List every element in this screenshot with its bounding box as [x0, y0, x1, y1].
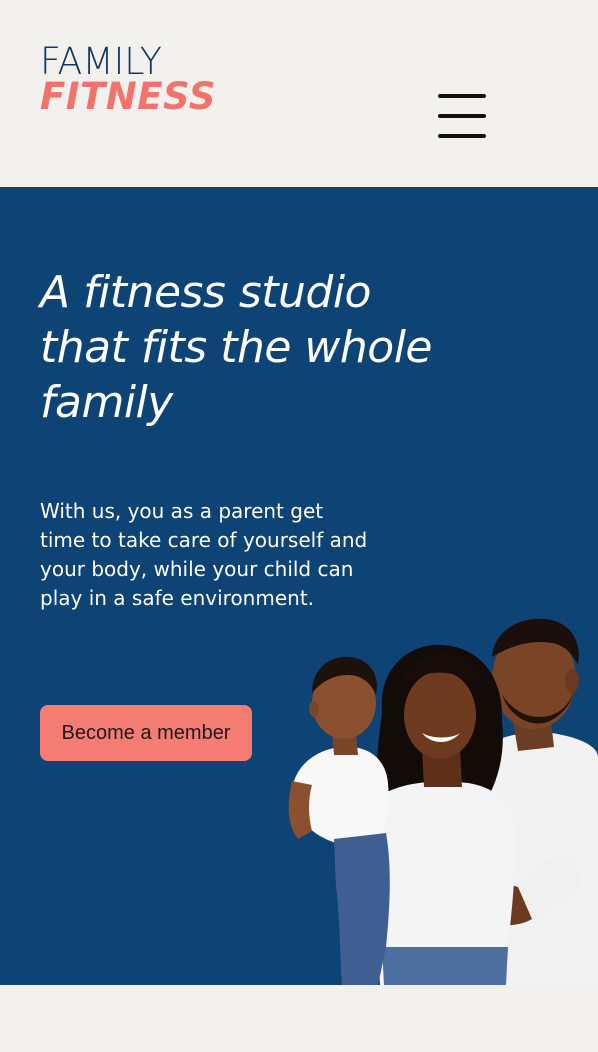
- family-photo: [288, 618, 598, 985]
- hero-description: With us, you as a parent get time to tak…: [40, 499, 368, 610]
- logo-word-fitness: FITNESS: [40, 75, 216, 118]
- site-header: FAMILY FITNESS: [0, 0, 598, 187]
- mother-figure: [375, 644, 516, 985]
- menu-line: [438, 114, 486, 118]
- brand-logo[interactable]: FAMILY FITNESS: [40, 40, 220, 118]
- page-bottom-strip: [0, 985, 598, 1052]
- menu-line: [438, 134, 486, 138]
- hero-title: A fitness studio that fits the whole fam…: [40, 267, 433, 428]
- menu-line: [438, 94, 486, 98]
- logo-word-family: FAMILY: [40, 40, 162, 83]
- become-member-button[interactable]: Become a member: [40, 705, 252, 761]
- child-figure: [288, 656, 390, 985]
- hamburger-menu-icon[interactable]: [436, 94, 488, 140]
- hero-section: A fitness studio that fits the whole fam…: [0, 187, 598, 985]
